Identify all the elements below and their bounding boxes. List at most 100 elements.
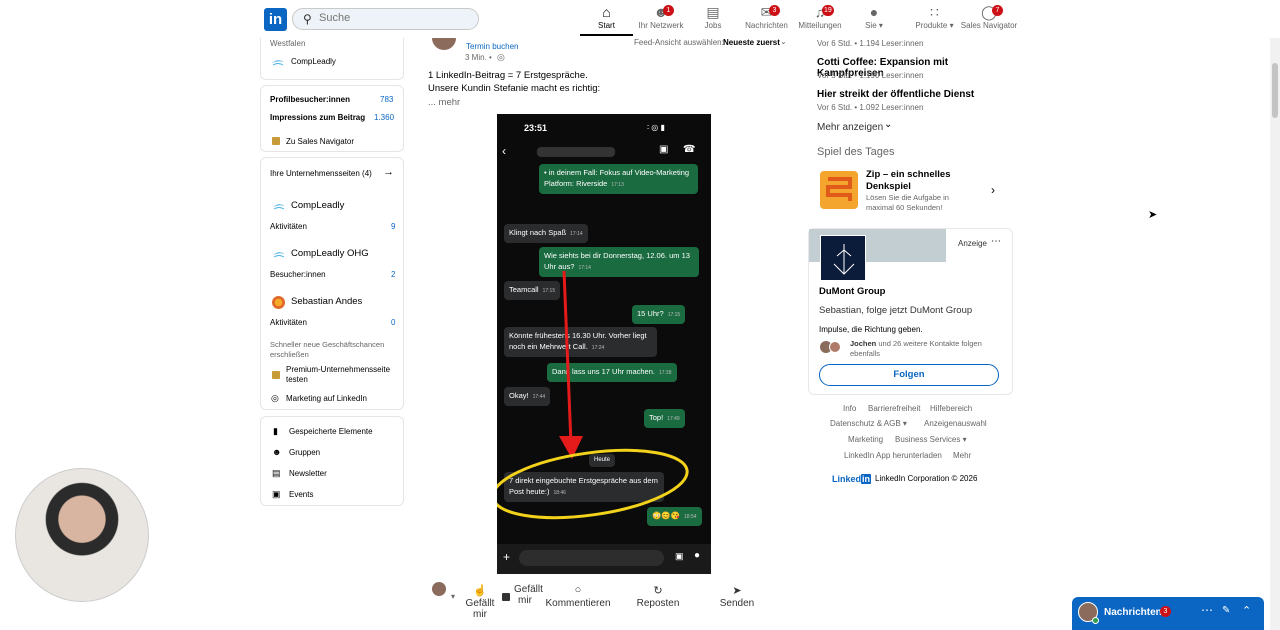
footer-link[interactable]: Info bbox=[843, 404, 856, 413]
company-page-value[interactable]: 9 bbox=[391, 222, 395, 231]
company-page-name[interactable]: CompLeadly OHG bbox=[291, 248, 369, 259]
post-text-line: Unsere Kundin Stefanie macht es richtig: bbox=[428, 83, 601, 94]
company-page-name[interactable]: CompLeadly bbox=[291, 200, 344, 211]
grid-icon: ∷ bbox=[930, 4, 939, 20]
chevron-down-icon[interactable]: ⌄ bbox=[780, 37, 787, 46]
nav-home[interactable]: ⌂ Start bbox=[580, 4, 633, 36]
page-scrollbar[interactable] bbox=[1270, 38, 1280, 630]
impressions-label[interactable]: Impressions zum Beitrag bbox=[270, 113, 365, 122]
badge: 19 bbox=[822, 5, 834, 16]
footer-link[interactable]: Barrierefreiheit bbox=[868, 404, 920, 413]
search-box[interactable]: ⚲ bbox=[292, 8, 479, 30]
nav-label: Start bbox=[598, 21, 615, 30]
shortcuts-card: ▮ Gespeicherte Elemente ☻ Gruppen ▤ News… bbox=[260, 416, 404, 506]
chevron-right-icon[interactable]: › bbox=[991, 183, 995, 197]
news-title[interactable]: Hier streikt der öffentliche Dienst bbox=[817, 89, 974, 100]
feed-sort-select[interactable]: Neueste zuerst bbox=[723, 38, 780, 47]
sales-navigator-link[interactable]: Zu Sales Navigator bbox=[286, 137, 354, 146]
chat-input-bar: + ▣ ● bbox=[497, 544, 711, 574]
marketing-link[interactable]: Marketing auf LinkedIn bbox=[286, 394, 367, 403]
ad-contact-name: Jochen bbox=[850, 339, 877, 348]
like-button[interactable]: ☝ Gefällt mir bbox=[462, 584, 498, 620]
nav-me[interactable]: ● Sie ▾ bbox=[860, 4, 888, 36]
ad-card: Anzeige ⋯ DuMont Group Sebastian, folge … bbox=[808, 228, 1013, 395]
nav-notifications[interactable]: ♫ 19 Mitteilungen bbox=[795, 4, 845, 36]
profile-visitors-value[interactable]: 783 bbox=[380, 95, 393, 104]
sebastian-andes-logo-icon bbox=[272, 296, 285, 309]
action-label: Senden bbox=[719, 598, 755, 609]
game-header: Spiel des Tages bbox=[817, 146, 895, 158]
news-card: Vor 6 Std. • 1.194 Leser:innen Cotti Cof… bbox=[805, 38, 1012, 221]
shortcut-events[interactable]: Events bbox=[289, 490, 313, 499]
presenter-video-overlay bbox=[15, 468, 149, 602]
shortcut-saved-items[interactable]: Gespeicherte Elemente bbox=[289, 427, 373, 436]
caret-down-icon[interactable]: ▾ bbox=[451, 592, 455, 601]
shortcut-groups[interactable]: Gruppen bbox=[289, 448, 320, 457]
chat-input-field bbox=[519, 550, 664, 566]
company-page-value[interactable]: 2 bbox=[391, 270, 395, 279]
like-button-narrow[interactable]: Gefällt mir bbox=[514, 584, 543, 606]
messaging-bar[interactable]: Nachrichten 3 ⋯ ✎ ⌃ bbox=[1072, 597, 1264, 630]
microphone-icon: ● bbox=[694, 550, 701, 561]
nav-jobs[interactable]: ▤ Jobs bbox=[697, 4, 729, 36]
plus-icon: + bbox=[503, 550, 511, 564]
see-more-link[interactable]: ... mehr bbox=[428, 97, 460, 108]
comment-icon: ○ bbox=[574, 584, 582, 596]
company-page-value[interactable]: 0 bbox=[391, 318, 395, 327]
messaging-badge: 3 bbox=[1160, 606, 1171, 617]
red-arrow bbox=[562, 270, 573, 445]
profile-visitors-label[interactable]: Profilbesucher:innen bbox=[270, 95, 350, 104]
post-image-chat-screenshot[interactable]: 23:51 ∶ ◎ ▮ ‹ ▣ ☎ • in deinem Fall: Foku… bbox=[497, 114, 711, 574]
game-title[interactable]: Zip – ein schnelles Denkspiel bbox=[866, 169, 976, 193]
chevron-up-icon[interactable]: ⌃ bbox=[1242, 604, 1251, 617]
follow-button[interactable]: Folgen bbox=[819, 364, 999, 386]
repost-icon: ↻ bbox=[653, 585, 663, 597]
nav-products[interactable]: ∷ Produkte ▾ bbox=[912, 4, 957, 36]
linkedin-logo[interactable]: in bbox=[264, 8, 287, 31]
impressions-value[interactable]: 1.360 bbox=[374, 113, 394, 122]
comment-button[interactable]: ○ Kommentieren bbox=[545, 584, 611, 609]
footer-link[interactable]: Marketing bbox=[848, 435, 883, 444]
footer-link[interactable]: Anzeigenauswahl bbox=[924, 419, 987, 428]
footer-link[interactable]: Hilfebereich bbox=[930, 404, 972, 413]
dumont-logo[interactable] bbox=[820, 235, 866, 281]
messaging-icon: ✉ bbox=[760, 4, 773, 20]
footer-link[interactable]: LinkedIn App herunterladen bbox=[844, 451, 942, 460]
nav-sales-navigator[interactable]: ◯ 7 Sales Navigator bbox=[960, 4, 1018, 36]
post-text-line: 1 LinkedIn-Beitrag = 7 Erstgespräche. bbox=[428, 70, 588, 81]
company-page-name[interactable]: Sebastian Andes bbox=[291, 296, 362, 307]
footer-link[interactable]: Datenschutz & AGB ▾ bbox=[830, 419, 907, 428]
nav-messaging[interactable]: ✉ 3 Nachrichten bbox=[743, 4, 790, 36]
premium-promo-text: Schneller neue Geschäftschancen erschlie… bbox=[270, 340, 385, 359]
more-options-icon[interactable]: ⋯ bbox=[991, 236, 1001, 247]
footer-link[interactable]: Business Services ▾ bbox=[895, 435, 967, 444]
scrollbar-thumb[interactable] bbox=[1272, 63, 1278, 118]
footer-link[interactable]: Mehr bbox=[953, 451, 971, 460]
annotation-overlay bbox=[497, 270, 689, 520]
compose-icon[interactable]: ✎ bbox=[1222, 605, 1230, 616]
more-options-icon[interactable]: ⋯ bbox=[1201, 603, 1213, 617]
news-meta: Vor 6 Std. • 1.092 Leser:innen bbox=[817, 103, 924, 112]
chevron-down-icon[interactable]: ⌄ bbox=[884, 119, 892, 130]
repost-button[interactable]: ↻ Reposten bbox=[635, 584, 681, 609]
camera-icon: ▣ bbox=[675, 551, 684, 561]
search-input[interactable] bbox=[319, 12, 469, 24]
company-pages-header[interactable]: Ihre Unternehmensseiten (4) bbox=[270, 169, 372, 178]
ad-company-name[interactable]: DuMont Group bbox=[819, 286, 885, 297]
action-label: Reposten bbox=[636, 598, 680, 609]
premium-page-link[interactable]: Premium-Unternehmensseite testen bbox=[286, 365, 401, 385]
zip-game-icon[interactable] bbox=[820, 171, 858, 209]
show-more-button[interactable]: Mehr anzeigen bbox=[817, 122, 883, 133]
nav-network[interactable]: ☻ 1 Ihr Netzwerk bbox=[636, 4, 686, 36]
jobs-icon: ▤ bbox=[706, 4, 720, 20]
book-appointment-link[interactable]: Termin buchen bbox=[466, 42, 518, 51]
compleadly-logo-icon bbox=[271, 57, 285, 67]
shortcut-newsletter[interactable]: Newsletter bbox=[289, 469, 327, 478]
send-button[interactable]: ➤ Senden bbox=[718, 584, 756, 609]
news-meta: Vor 5 Std. • 1.190 Leser:innen bbox=[817, 71, 924, 80]
ad-label: Anzeige bbox=[958, 239, 987, 248]
arrow-right-icon[interactable]: → bbox=[383, 166, 394, 178]
profile-card: Westfalen CompLeadly bbox=[260, 38, 404, 80]
profile-company[interactable]: CompLeadly bbox=[291, 57, 336, 66]
reacting-as-avatar[interactable] bbox=[432, 582, 446, 596]
